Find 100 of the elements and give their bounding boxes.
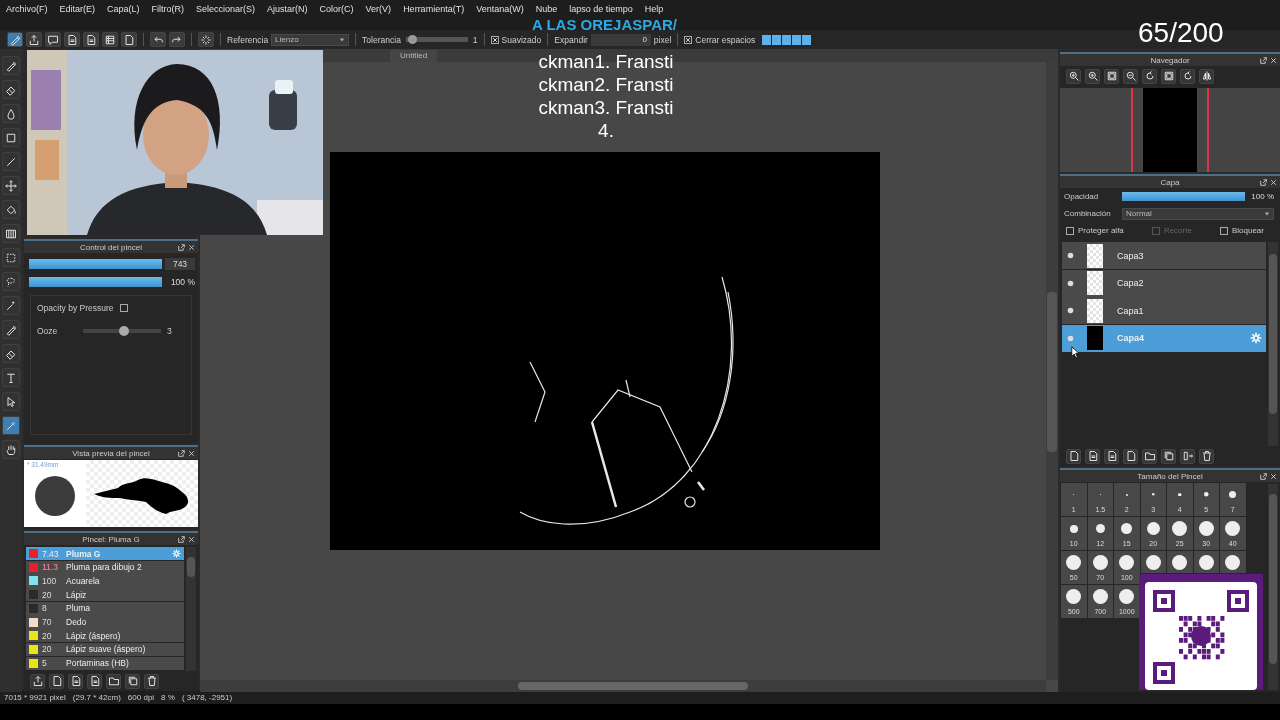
document-button[interactable] [64, 32, 80, 47]
page-button[interactable] [1066, 448, 1081, 464]
list-button[interactable] [102, 32, 118, 47]
upload-button[interactable] [26, 32, 42, 47]
menu-item[interactable]: Herramienta(T) [403, 3, 465, 15]
close-icon[interactable] [187, 448, 196, 458]
document-button[interactable] [83, 32, 99, 47]
pen-tool[interactable] [2, 56, 20, 75]
opacity-slider[interactable] [29, 277, 162, 287]
slider-thumb[interactable] [407, 35, 417, 44]
reference-dropdown[interactable]: Lienzo [271, 33, 350, 46]
brush-item[interactable]: 11.3 Pluma para dibujo 2 [26, 560, 184, 574]
checkbox[interactable] [490, 35, 499, 44]
merge-button[interactable] [1180, 448, 1195, 464]
undock-icon[interactable] [1259, 177, 1268, 187]
size-slider[interactable] [29, 259, 162, 269]
selection-tool[interactable] [2, 248, 20, 267]
scrollbar[interactable] [1268, 484, 1278, 690]
fit-button[interactable] [1104, 68, 1119, 84]
blend-dropdown[interactable]: Normal [1122, 207, 1274, 220]
pen-button[interactable] [7, 32, 23, 47]
hand-tool[interactable] [2, 440, 20, 459]
undock-icon[interactable] [177, 448, 186, 458]
document-button[interactable] [1104, 448, 1119, 464]
copy-button[interactable] [1161, 448, 1176, 464]
eraser-tool[interactable] [2, 80, 20, 99]
redo-button[interactable] [169, 32, 185, 47]
wand-tool[interactable] [2, 296, 20, 315]
checkbox[interactable] [684, 35, 693, 44]
menu-item[interactable]: Capa(L) [107, 3, 140, 15]
trash-button[interactable] [144, 673, 159, 689]
menu-item[interactable]: Ajustar(N) [267, 3, 308, 15]
undo-button[interactable] [150, 32, 166, 47]
visibility-icon[interactable] [1067, 307, 1074, 314]
menu-item[interactable]: Archivo(F) [6, 3, 48, 15]
menu-item[interactable]: Editar(E) [59, 3, 96, 15]
close-icon[interactable] [187, 534, 196, 544]
brush-item[interactable]: 70 Dedo [26, 615, 184, 629]
zoom-out-button[interactable] [1123, 68, 1138, 84]
text-tool[interactable] [2, 368, 20, 387]
pointer-tool[interactable] [2, 392, 20, 411]
slider-thumb[interactable] [118, 326, 129, 336]
layer-item[interactable]: Capa1 [1062, 297, 1266, 324]
menu-item[interactable]: lapso de tiempo [569, 3, 633, 15]
menu-item[interactable]: Ver(V) [365, 3, 392, 15]
close-icon[interactable] [187, 242, 196, 252]
brush-size-option[interactable] [1193, 551, 1219, 573]
speech-button[interactable] [45, 32, 61, 47]
sparkle-button[interactable] [198, 32, 214, 47]
eraser-tool[interactable] [2, 344, 20, 363]
visibility-icon[interactable] [1067, 279, 1074, 287]
menu-item[interactable]: Filtro(R) [151, 3, 185, 15]
square-tool[interactable] [2, 128, 20, 147]
rotate-button[interactable] [1142, 68, 1157, 84]
scrollbar[interactable] [1268, 242, 1278, 446]
document-button[interactable] [68, 673, 83, 689]
undock-icon[interactable] [1259, 471, 1268, 481]
scrollbar[interactable] [186, 547, 196, 671]
checkbox[interactable] [119, 304, 128, 312]
layer-item[interactable]: Capa2 [1062, 269, 1266, 297]
expand-field[interactable]: 0 [590, 33, 651, 46]
undock-icon[interactable] [1259, 55, 1268, 65]
document-button[interactable] [87, 673, 102, 689]
document-button[interactable] [1085, 448, 1100, 464]
brush-item[interactable]: 20 Lápiz [26, 588, 184, 602]
checkbox[interactable] [1219, 226, 1228, 235]
lasso-tool[interactable] [2, 272, 20, 291]
size-value[interactable]: 743 [165, 258, 195, 270]
close-icon[interactable] [1269, 177, 1278, 187]
menu-item[interactable]: Ventana(W) [476, 3, 524, 15]
menu-item[interactable]: Help [644, 3, 664, 15]
checkbox[interactable] [1066, 226, 1074, 235]
rotate-button[interactable] [1180, 68, 1195, 84]
gradient-tool[interactable] [2, 224, 20, 243]
close-icon[interactable] [1269, 55, 1278, 65]
droplet-tool[interactable] [2, 104, 20, 123]
brush-item[interactable]: 5 Portaminas (HB) [26, 656, 184, 670]
trash-button[interactable] [1199, 448, 1214, 464]
menu-item[interactable]: Seleccionar(S) [196, 3, 256, 15]
document-tab[interactable]: Untitled [390, 50, 438, 62]
page-button[interactable] [1123, 448, 1138, 464]
scrollbar[interactable] [200, 680, 1046, 692]
brush-size-option[interactable] [1140, 551, 1166, 573]
brush-size-option[interactable] [1220, 551, 1246, 573]
menu-item[interactable]: Color(C) [319, 3, 354, 15]
line-tool[interactable] [2, 152, 20, 171]
copy-button[interactable] [125, 673, 140, 689]
brush-item[interactable]: 100 Acuarela [26, 574, 184, 588]
eyedropper-tool[interactable] [2, 416, 20, 435]
zoom-in-button[interactable] [1066, 68, 1081, 84]
settings-icon[interactable] [1250, 332, 1262, 344]
menu-item[interactable]: Nube [535, 3, 558, 15]
brush-item[interactable]: 20 Lápiz (áspero) [26, 629, 184, 643]
zoom-in-button[interactable] [1085, 68, 1100, 84]
flip-button[interactable] [1199, 68, 1214, 84]
settings-icon[interactable] [172, 549, 181, 559]
tolerance-slider[interactable] [405, 35, 468, 44]
close-icon[interactable] [1269, 471, 1278, 481]
undock-icon[interactable] [177, 534, 186, 544]
visibility-icon[interactable] [1067, 252, 1074, 259]
